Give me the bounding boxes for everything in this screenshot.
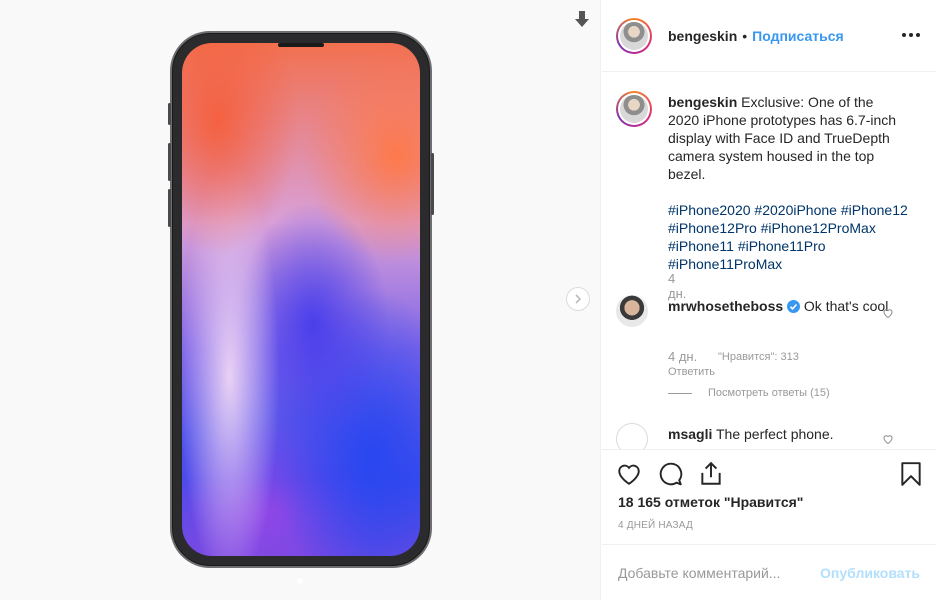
hashtag-link[interactable]: #iPhone12ProMax bbox=[761, 220, 876, 236]
comments-list[interactable]: bengeskin Exclusive: One of the 2020 iPh… bbox=[602, 73, 936, 449]
comment-body: msagli The perfect phone. bbox=[668, 425, 908, 443]
caption-body: bengeskin Exclusive: One of the 2020 iPh… bbox=[668, 93, 908, 273]
publish-button[interactable]: Опубликовать bbox=[820, 565, 920, 581]
hashtag-link[interactable]: #iPhone11 bbox=[668, 238, 734, 254]
reply-button[interactable]: Ответить bbox=[668, 366, 715, 378]
avatar-image bbox=[620, 21, 648, 50]
hashtag-link[interactable]: #iPhone11ProMax bbox=[668, 256, 782, 272]
avatar-image bbox=[620, 95, 648, 123]
phone-side-button bbox=[168, 103, 171, 125]
like-icon[interactable] bbox=[616, 461, 642, 487]
share-icon[interactable] bbox=[698, 461, 724, 487]
like-comment-icon[interactable] bbox=[882, 307, 894, 319]
view-replies-label: Посмотреть ответы (15) bbox=[708, 387, 830, 399]
phone-side-button bbox=[431, 153, 434, 215]
phone-side-button bbox=[168, 189, 171, 227]
avatar[interactable] bbox=[616, 17, 652, 54]
likes-count[interactable]: 18 165 отметок "Нравится" bbox=[618, 494, 803, 510]
phone-speaker bbox=[278, 43, 324, 47]
avatar[interactable] bbox=[616, 91, 652, 127]
post-time[interactable]: 4 ДНЕЙ НАЗАД bbox=[618, 520, 693, 531]
hashtag-link[interactable]: #iPhone11Pro bbox=[738, 238, 826, 254]
comment-author[interactable]: mrwhosetheboss bbox=[668, 298, 783, 314]
hashtag-link[interactable]: #iPhone12 bbox=[841, 202, 908, 218]
comment-author[interactable]: msagli bbox=[668, 426, 712, 442]
chevron-right-icon bbox=[575, 294, 582, 304]
phone-screen bbox=[182, 43, 420, 556]
follow-button[interactable]: Подписаться bbox=[752, 28, 844, 44]
phone-side-button bbox=[168, 143, 171, 181]
comment-input[interactable] bbox=[618, 564, 821, 581]
download-icon[interactable] bbox=[574, 10, 590, 28]
carousel-dot bbox=[297, 578, 303, 584]
post-sidebar: bengeskin • Подписаться bengeskin Exclus… bbox=[602, 0, 936, 600]
avatar[interactable] bbox=[616, 295, 648, 327]
separator: • bbox=[742, 27, 748, 44]
carousel-dots bbox=[0, 578, 600, 584]
replies-line bbox=[668, 392, 692, 394]
view-replies-button[interactable]: Посмотреть ответы (15) bbox=[668, 387, 830, 399]
comment-likes[interactable]: "Нравится": 313 bbox=[718, 351, 799, 363]
author-username[interactable]: bengeskin bbox=[668, 28, 737, 44]
hashtag-link[interactable]: #iPhone2020 bbox=[668, 202, 751, 218]
next-slide-button[interactable] bbox=[566, 287, 590, 311]
hashtag-link[interactable]: #iPhone12Pro bbox=[668, 220, 757, 236]
post-actions bbox=[602, 449, 936, 497]
post-media bbox=[0, 0, 601, 600]
save-bookmark-icon[interactable] bbox=[898, 461, 924, 487]
verified-badge-icon bbox=[787, 300, 801, 313]
comment-icon[interactable] bbox=[658, 461, 684, 487]
comment-text: The perfect phone. bbox=[716, 426, 834, 442]
add-comment-bar: Опубликовать bbox=[602, 544, 936, 600]
avatar[interactable] bbox=[616, 423, 648, 449]
comment-text: Ok that's cool bbox=[803, 298, 889, 314]
hashtag-list: #iPhone2020 #2020iPhone #iPhone12 #iPhon… bbox=[668, 201, 908, 273]
phone-image bbox=[168, 31, 434, 568]
caption-author[interactable]: bengeskin bbox=[668, 94, 737, 110]
comment-body: mrwhosetheboss Ok that's cool bbox=[668, 297, 908, 315]
hashtag-link[interactable]: #2020iPhone bbox=[754, 202, 837, 218]
like-comment-icon[interactable] bbox=[882, 433, 894, 445]
post-header: bengeskin • Подписаться bbox=[602, 0, 936, 72]
more-options-icon[interactable] bbox=[902, 26, 920, 44]
comment-time[interactable]: 4 дн. bbox=[668, 349, 697, 364]
